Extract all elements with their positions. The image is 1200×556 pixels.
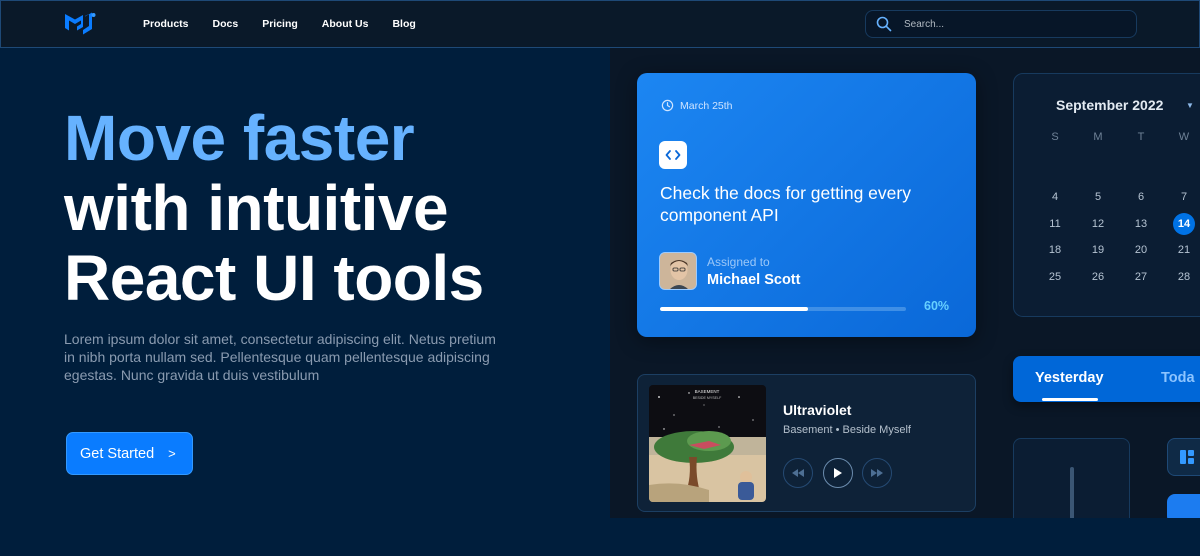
task-title: Check the docs for getting every compone… [660,183,911,225]
calendar-weekday: S [1051,131,1059,143]
component-showcase: March 25th Check the docs for getting ev… [610,48,1200,518]
fast-forward-button[interactable] [862,458,892,488]
dashboard-icon [1180,450,1194,464]
calendar-day-selected[interactable]: 14 [1173,213,1195,235]
music-player-card: BASEMENT BESIDE MYSELF Ultraviolet Basem… [637,374,976,512]
rewind-icon [792,469,804,477]
album-cover: BASEMENT BESIDE MYSELF [649,385,766,502]
calendar-day[interactable]: 13 [1130,213,1152,235]
calendar-weekday: W [1178,131,1190,143]
calendar-weekday: M [1093,131,1103,143]
vertical-slider[interactable] [1070,467,1074,518]
calendar-day[interactable]: 28 [1173,266,1195,288]
chevron-right-icon: > [168,446,176,461]
cover-text-band: BASEMENT [695,389,720,394]
nav-about-us[interactable]: About Us [322,18,369,30]
date-picker: September 2022 ▼ S M T W 4 5 6 7 11 12 13 14 18 19 20 2… [1013,73,1200,317]
hero-title-line-2: with intuitive [64,172,449,244]
calendar-day[interactable]: 18 [1044,239,1066,261]
task-progress-bar [660,307,906,311]
get-started-label: Get Started [80,445,155,462]
calendar-day[interactable]: 6 [1130,186,1152,208]
tab-indicator [1042,398,1098,401]
rewind-button[interactable] [783,458,813,488]
hero-description: Lorem ipsum dolor sit amet, consectetur … [64,331,496,383]
task-progress-fill [660,307,808,311]
play-icon [834,468,842,478]
task-date-text: March 25th [680,99,733,112]
calendar-day[interactable]: 27 [1130,266,1152,288]
calendar-day[interactable]: 26 [1087,266,1109,288]
day-tabs: Yesterday Toda [1013,356,1200,402]
search-input[interactable] [904,18,1114,30]
caret-down-icon[interactable]: ▼ [1186,101,1194,110]
calendar-day[interactable]: 21 [1173,239,1195,261]
calendar-month-label[interactable]: September 2022 [1056,97,1163,113]
tab-today[interactable]: Toda [1161,370,1195,386]
search-bar[interactable] [865,10,1137,38]
calendar-day[interactable]: 20 [1130,239,1152,261]
code-icon [659,141,687,169]
assigned-to-label: Assigned to [707,255,770,269]
cover-text-album: BESIDE MYSELF [693,396,722,400]
task-progress-label: 60% [924,299,950,313]
calendar-day[interactable]: 19 [1087,239,1109,261]
get-started-button[interactable]: Get Started > [66,432,193,475]
play-button[interactable] [823,458,853,488]
blue-toggle-button[interactable] [1167,494,1200,518]
search-icon [876,16,892,32]
calendar-day[interactable]: 11 [1044,213,1066,235]
task-card[interactable]: March 25th Check the docs for getting ev… [637,73,976,337]
track-subtitle: Basement • Beside Myself [783,424,911,436]
hero-title-line-3: React UI tools [64,242,484,314]
nav-products[interactable]: Products [143,18,189,30]
calendar-day[interactable]: 7 [1173,186,1195,208]
main-nav: Products Docs Pricing About Us Blog [143,1,440,47]
dashboard-icon-button[interactable] [1167,438,1200,476]
clock-icon [661,99,674,112]
nav-docs[interactable]: Docs [213,18,239,30]
mui-logo-icon[interactable] [63,11,97,37]
top-header: Products Docs Pricing About Us Blog [0,0,1200,48]
hero-title-line-1: Move faster [64,102,415,174]
fast-forward-icon [871,469,883,477]
assignee-name: Michael Scott [707,272,801,288]
calendar-day[interactable]: 12 [1087,213,1109,235]
task-date: March 25th [661,99,733,112]
calendar-day[interactable]: 5 [1087,186,1109,208]
calendar-day[interactable]: 25 [1044,266,1066,288]
avatar [659,252,697,290]
slider-card [1013,438,1130,518]
calendar-day[interactable]: 4 [1044,186,1066,208]
calendar-weekday: T [1137,131,1145,143]
track-title: Ultraviolet [783,402,852,418]
tab-yesterday[interactable]: Yesterday [1035,370,1104,386]
nav-blog[interactable]: Blog [392,18,415,30]
nav-pricing[interactable]: Pricing [262,18,298,30]
